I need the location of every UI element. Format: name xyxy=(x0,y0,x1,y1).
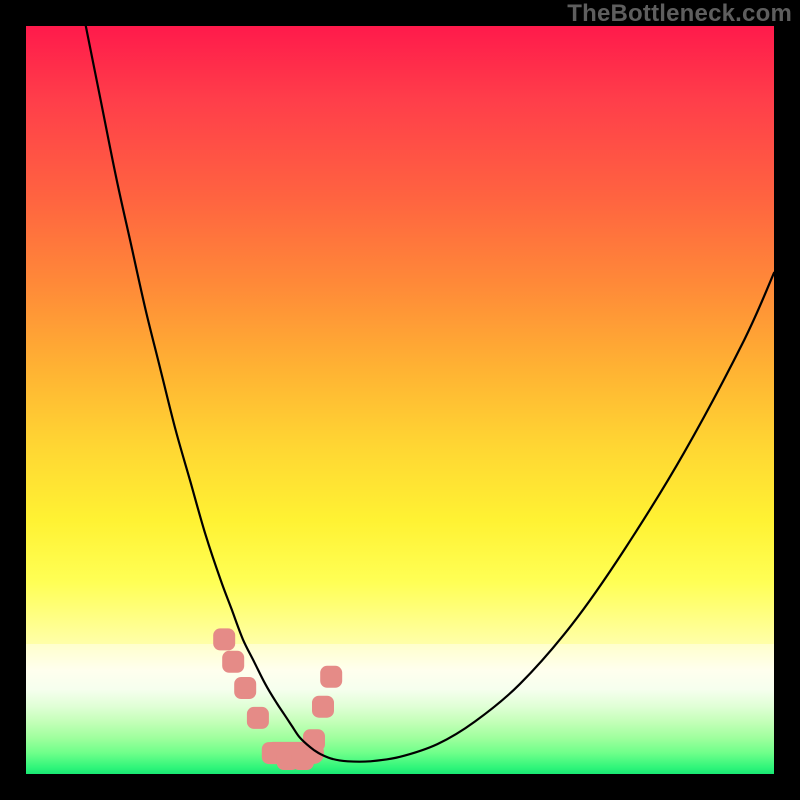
marker xyxy=(234,677,256,699)
bottleneck-curve xyxy=(86,26,774,762)
marker xyxy=(312,696,334,718)
marker xyxy=(247,707,269,729)
marker-group xyxy=(213,628,342,770)
marker xyxy=(222,651,244,673)
outer-frame: TheBottleneck.com xyxy=(0,0,800,800)
plot-area xyxy=(26,26,774,774)
marker xyxy=(303,729,325,751)
watermark: TheBottleneck.com xyxy=(567,2,792,26)
curve-layer xyxy=(26,26,774,774)
marker xyxy=(320,666,342,688)
marker xyxy=(213,628,235,650)
